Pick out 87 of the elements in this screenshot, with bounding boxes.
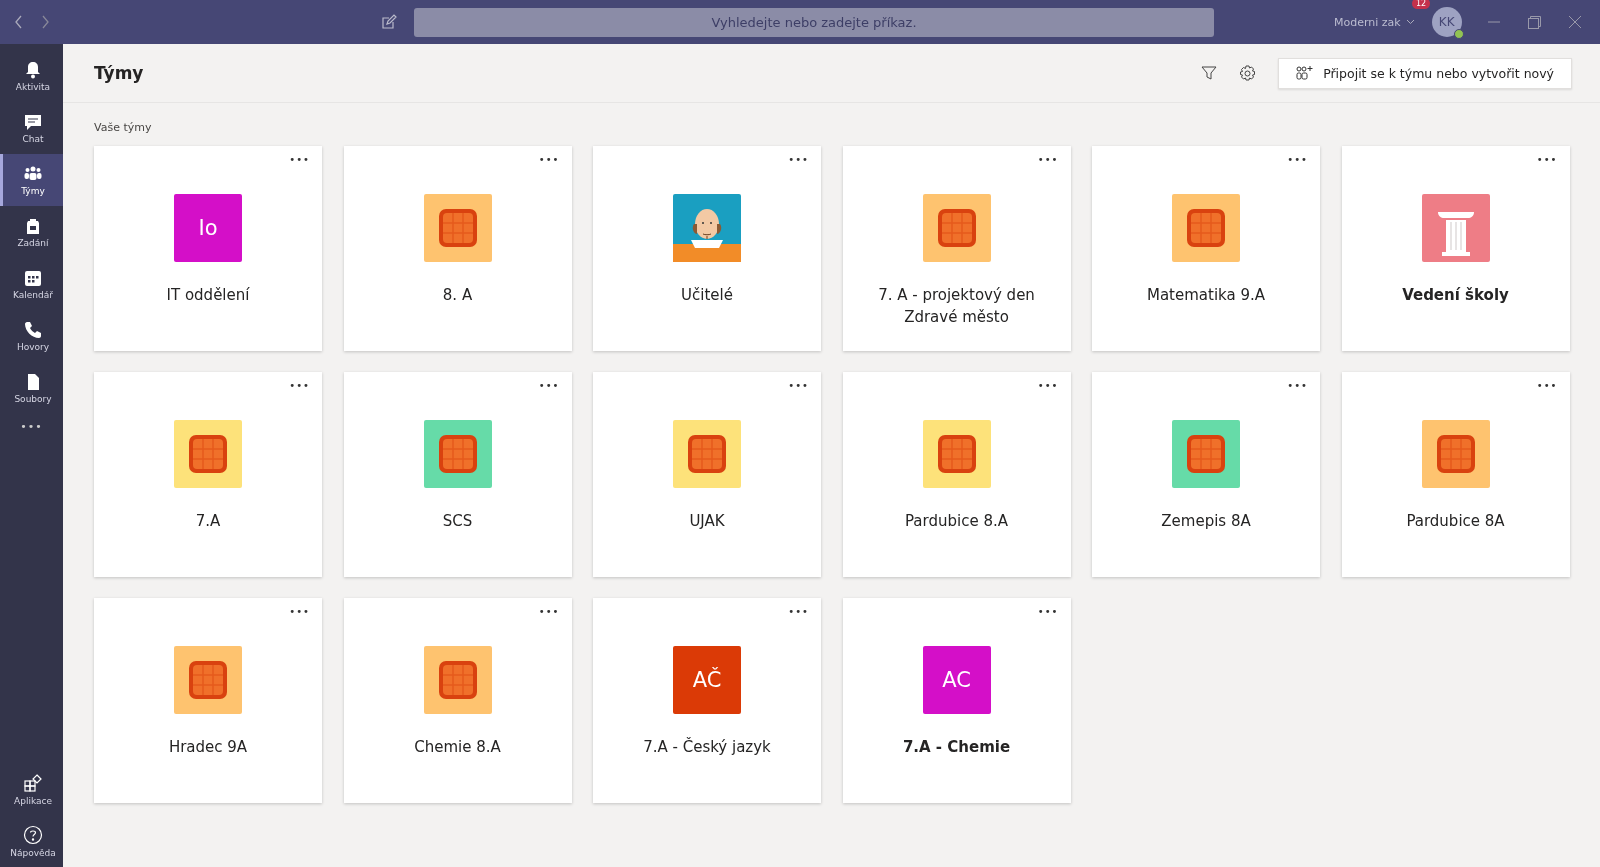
account-name[interactable]: Moderni zak <box>1334 15 1401 29</box>
team-name: Pardubice 8.A <box>904 511 1009 532</box>
bag-icon <box>24 216 42 235</box>
team-name: Pardubice 8A <box>1405 511 1506 532</box>
page-title: Týmy <box>94 63 144 83</box>
more-options-button[interactable]: ••• <box>788 606 809 617</box>
team-avatar: AČ <box>673 646 741 714</box>
sidebar-item[interactable]: Hovory <box>0 310 63 362</box>
apps-icon <box>23 772 43 793</box>
more-apps-button[interactable]: ••• <box>0 420 63 433</box>
search-field[interactable]: Vyhledejte nebo zadejte příkaz. <box>414 7 1214 37</box>
sidebar-item[interactable]: Aplikace <box>0 763 63 815</box>
sidebar-item[interactable]: Týmy <box>0 154 63 206</box>
team-card[interactable]: ••• 8. A <box>343 146 572 351</box>
team-name: 7.A - Chemie <box>901 737 1012 758</box>
team-card[interactable]: ••• Pardubice 8.A <box>842 372 1071 577</box>
sidebar-item[interactable]: Soubory <box>0 362 63 414</box>
sidebar-item[interactable]: Zadání <box>0 206 63 258</box>
team-avatar: Io <box>174 194 242 262</box>
team-name: IT oddělení <box>165 285 251 306</box>
team-card[interactable]: ••• 7. A - projektový den Zdravé město <box>842 146 1071 351</box>
more-options-button[interactable]: ••• <box>1037 606 1059 617</box>
more-options-button[interactable]: ••• <box>538 606 560 617</box>
team-card[interactable]: ••• Hradec 9A <box>94 598 322 803</box>
more-options-button[interactable]: ••• <box>289 380 310 391</box>
more-options-button[interactable]: ••• <box>1287 380 1308 391</box>
join-or-create-team-button[interactable]: Připojit se k týmu nebo vytvořit nový <box>1278 57 1572 89</box>
sidebar-item[interactable]: Chat <box>0 102 63 154</box>
more-options-button[interactable]: ••• <box>788 380 809 391</box>
settings-icon[interactable] <box>1239 64 1257 82</box>
team-name: 7.A - Český jazyk <box>642 736 772 758</box>
team-name: 7.A <box>194 511 222 532</box>
chevron-down-icon[interactable] <box>1405 19 1415 25</box>
team-card[interactable]: ••• 7.A <box>94 372 322 577</box>
team-card[interactable]: ••• Io IT oddělení <box>94 146 322 351</box>
more-options-button[interactable]: ••• <box>788 154 809 165</box>
team-card[interactable]: ••• Chemie 8.A <box>343 598 572 803</box>
team-name: Chemie 8.A <box>413 737 502 758</box>
team-card[interactable]: ••• AČ 7.A - Český jazyk <box>593 598 821 803</box>
team-name: Zemepis 8A <box>1160 511 1252 532</box>
filter-icon[interactable] <box>1201 65 1218 81</box>
close-icon[interactable] <box>1568 16 1581 28</box>
team-name: Vedení školy <box>1401 285 1510 306</box>
compose-icon[interactable] <box>381 14 397 30</box>
team-card[interactable]: ••• Učitelé <box>593 146 821 351</box>
section-label: Vaše týmy <box>94 121 153 134</box>
team-card[interactable]: ••• Matematika 9.A <box>1092 146 1320 351</box>
sidebar-item[interactable]: Nápověda <box>0 815 63 867</box>
team-avatar: AC <box>922 646 991 714</box>
more-options-button[interactable]: ••• <box>1037 154 1059 165</box>
back-icon[interactable] <box>14 15 24 29</box>
more-options-button[interactable]: ••• <box>1287 154 1308 165</box>
team-card[interactable]: ••• Vedení školy <box>1341 146 1570 351</box>
notification-badge: 12 <box>1412 0 1431 9</box>
more-options-button[interactable]: ••• <box>1037 380 1059 391</box>
status-dot-icon <box>1453 29 1464 39</box>
team-name: Matematika 9.A <box>1145 285 1267 306</box>
cartoon-portrait-icon <box>673 194 741 262</box>
more-options-button[interactable]: ••• <box>1536 380 1558 391</box>
more-options-button[interactable]: ••• <box>538 154 560 165</box>
teams-icon <box>24 164 42 183</box>
maximize-icon[interactable] <box>1527 15 1541 29</box>
avatar[interactable]: KK <box>1431 7 1462 37</box>
team-name: Hradec 9A <box>167 737 249 758</box>
team-card[interactable]: ••• Pardubice 8A <box>1341 372 1570 577</box>
team-card[interactable]: ••• AC 7.A - Chemie <box>842 598 1071 803</box>
sidebar-item[interactable]: Kalendář <box>0 258 63 310</box>
more-options-button[interactable]: ••• <box>1536 154 1558 165</box>
bell-icon <box>24 60 42 79</box>
more-options-button[interactable]: ••• <box>289 606 310 617</box>
team-name: Učitelé <box>680 285 734 306</box>
forward-icon[interactable] <box>40 15 50 29</box>
add-team-icon <box>1296 66 1314 80</box>
more-options-button[interactable]: ••• <box>538 380 560 391</box>
phone-icon <box>24 320 42 339</box>
calendar-icon <box>24 268 42 287</box>
sidebar-item[interactable]: Aktivita <box>0 50 63 102</box>
chat-icon <box>24 112 42 131</box>
team-name: 8. A <box>441 285 474 306</box>
team-card[interactable]: ••• SCS <box>343 372 572 577</box>
team-name: 7. A - projektový den Zdravé město <box>877 285 1036 328</box>
team-name: UJAK <box>688 511 726 532</box>
team-name: SCS <box>441 511 474 532</box>
help-icon <box>23 824 43 845</box>
team-card[interactable]: ••• Zemepis 8A <box>1092 372 1320 577</box>
more-options-button[interactable]: ••• <box>289 154 310 165</box>
team-card[interactable]: ••• UJAK <box>593 372 821 577</box>
